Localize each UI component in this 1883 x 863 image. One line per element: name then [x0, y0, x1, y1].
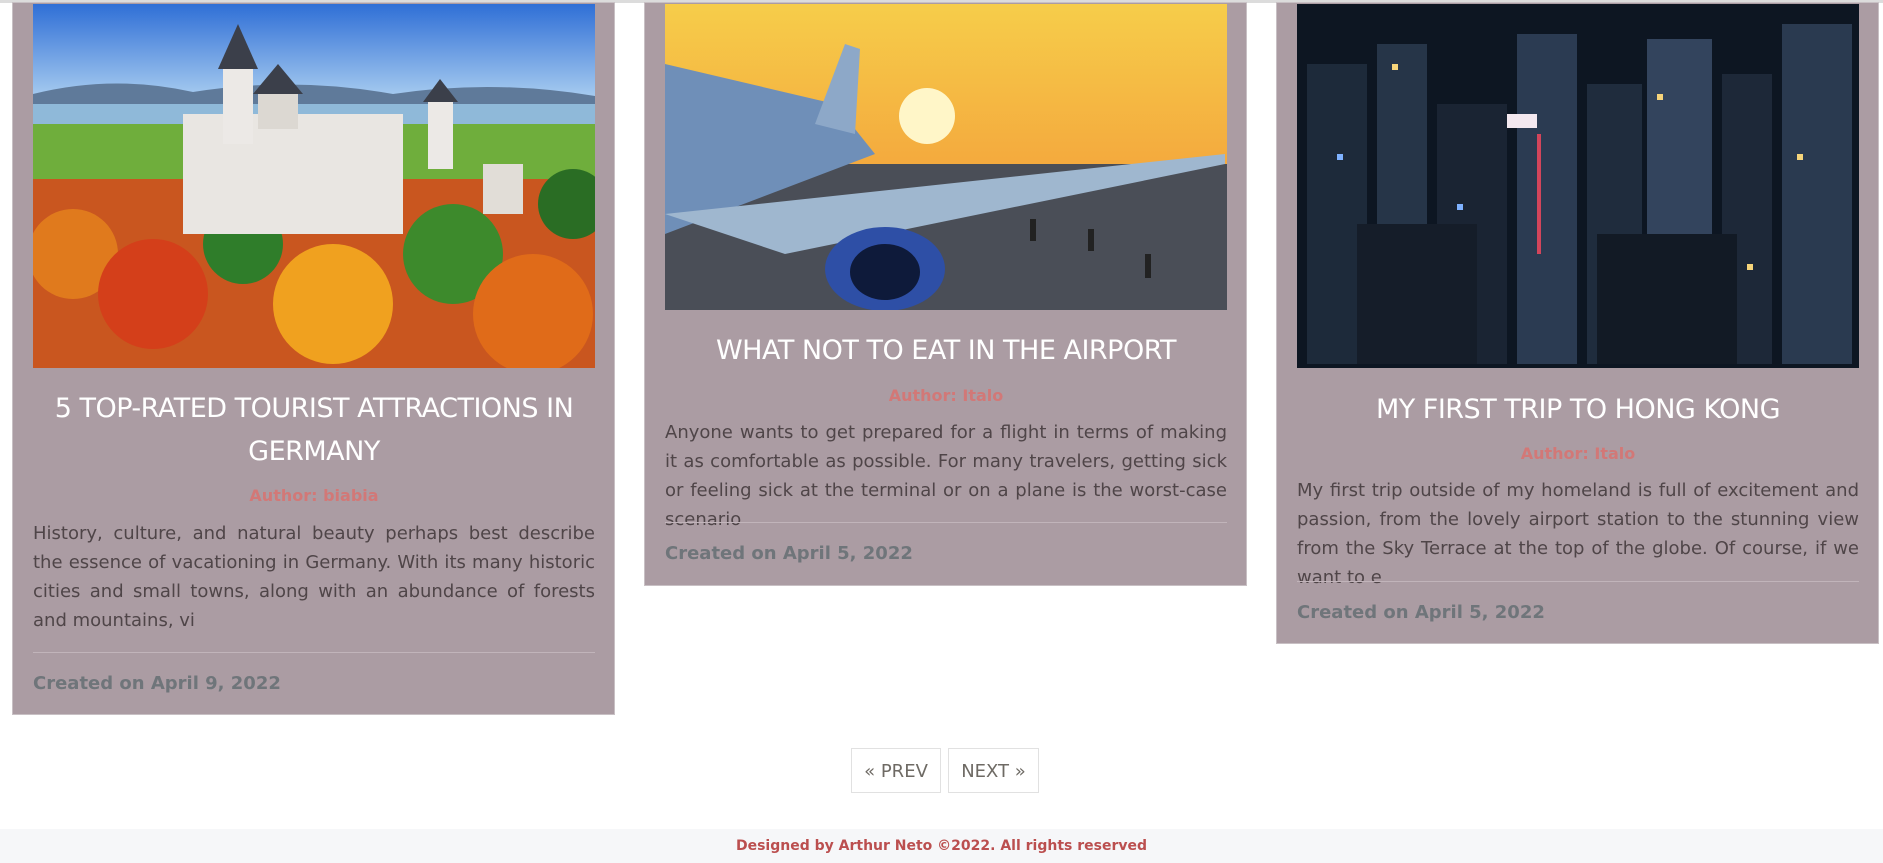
post-card[interactable]: 5 TOP-RATED TOURIST ATTRACTIONS IN GERMA… — [13, 3, 614, 714]
prev-page-button[interactable]: « PREV — [851, 748, 941, 793]
castle-image — [33, 4, 595, 368]
city-night-image — [1297, 4, 1859, 368]
post-author: Author: biabia — [249, 486, 379, 505]
post-image[interactable] — [1297, 4, 1859, 368]
next-page-button[interactable]: NEXT » — [948, 748, 1039, 793]
post-author: Author: Italo — [888, 386, 1004, 405]
post-image[interactable] — [665, 4, 1227, 310]
airplane-image — [665, 4, 1227, 310]
card-divider — [33, 652, 595, 653]
post-excerpt: History, culture, and natural beauty per… — [33, 523, 595, 631]
post-title[interactable]: MY FIRST TRIP TO HONG KONG — [1297, 388, 1859, 431]
post-date: Created on April 9, 2022 — [33, 673, 281, 694]
post-card[interactable]: MY FIRST TRIP TO HONG KONG Author: Italo… — [1277, 3, 1878, 643]
post-title[interactable]: 5 TOP-RATED TOURIST ATTRACTIONS IN GERMA… — [33, 387, 595, 473]
post-excerpt: Anyone wants to get prepared for a fligh… — [665, 422, 1227, 530]
card-divider — [1297, 581, 1859, 582]
post-image[interactable] — [33, 4, 595, 368]
footer-copyright: Designed by Arthur Neto ©2022. All right… — [735, 838, 1148, 854]
post-excerpt: My first trip outside of my homeland is … — [1297, 480, 1859, 588]
post-author: Author: Italo — [1520, 444, 1636, 463]
post-title[interactable]: WHAT NOT TO EAT IN THE AIRPORT — [665, 329, 1227, 372]
post-date: Created on April 5, 2022 — [1297, 602, 1545, 623]
post-card[interactable]: WHAT NOT TO EAT IN THE AIRPORT Author: I… — [645, 3, 1246, 585]
site-footer: Designed by Arthur Neto ©2022. All right… — [0, 829, 1883, 863]
card-divider — [665, 522, 1227, 523]
post-date: Created on April 5, 2022 — [665, 543, 913, 564]
